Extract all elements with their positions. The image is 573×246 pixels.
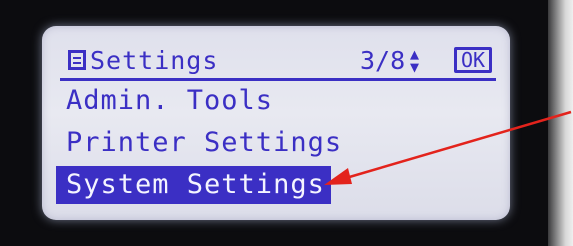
menu-list-icon bbox=[68, 50, 86, 70]
panel-edge bbox=[548, 0, 573, 246]
page-title: Settings bbox=[90, 46, 219, 75]
screen-header: Settings 3/8 ▲ ▼ OK bbox=[56, 44, 496, 78]
menu-item-admin-tools[interactable]: Admin. Tools bbox=[56, 82, 279, 120]
ok-button[interactable]: OK bbox=[454, 47, 492, 73]
lcd-screen: Settings 3/8 ▲ ▼ OK Admin. Tools Printer … bbox=[42, 26, 510, 220]
page-indicator: 3/8 bbox=[360, 46, 406, 75]
up-down-arrows-icon[interactable]: ▲ ▼ bbox=[410, 47, 419, 75]
menu-item-printer-settings[interactable]: Printer Settings bbox=[56, 124, 348, 162]
header-divider bbox=[60, 78, 496, 81]
menu-item-system-settings[interactable]: System Settings bbox=[56, 166, 331, 204]
